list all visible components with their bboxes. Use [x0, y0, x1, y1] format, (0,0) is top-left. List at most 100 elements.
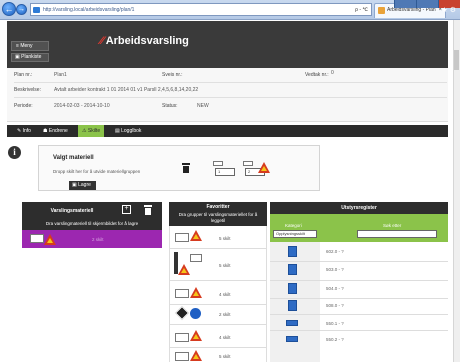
back-button[interactable]: ← [2, 2, 16, 16]
app-title: Arbeidsvarsling [105, 35, 189, 47]
lagre-button[interactable]: ▣ Lagre [69, 181, 96, 190]
tab-skilte[interactable]: ⚠ Skilte [78, 125, 105, 137]
search-refresh-icons[interactable]: ρ - ℃ [355, 4, 368, 15]
tab-logglbok-label: Logglbok [121, 128, 142, 134]
sign-thumb-icon [175, 289, 189, 298]
tab-logglbok[interactable]: ▤ Logglbok [111, 125, 145, 137]
utstyr-item-code: 503.0 - ? [326, 267, 344, 272]
sign-thumb-icon [190, 254, 202, 262]
warning-sign-icon [44, 234, 56, 245]
tab-endrene[interactable]: ☗ Endrene [39, 125, 72, 137]
vedtak-nr-label: Vedtak nr.: [305, 72, 329, 78]
site-favicon-icon [33, 7, 40, 13]
varsling-item-text: 2 skilt [92, 237, 104, 242]
row-divider [270, 314, 448, 315]
pedestrian-sign-icon [288, 264, 297, 275]
pedestrian-sign-icon [288, 246, 297, 257]
menu-button[interactable]: ≡ Meny [11, 41, 49, 51]
favoritter-title: Favoritter [206, 204, 230, 210]
utstyr-item-code: 550.1 - ? [326, 321, 344, 326]
scrollbar-thumb[interactable] [454, 50, 459, 70]
plankiste-button[interactable]: ▣ Plankiste [11, 53, 49, 62]
lagre-label: Lagre [78, 182, 91, 188]
valgt-hint: Dropp skilt her for å utvide materiellgr… [53, 169, 141, 174]
menu-label: Meny [20, 43, 33, 49]
kategori-value: Opplysningsskilt [276, 231, 305, 236]
sok-label: Søk etter [383, 223, 402, 228]
row-divider [169, 280, 267, 281]
varsling-title: Varslingsmateriell [50, 208, 94, 214]
warning-sign-icon [258, 162, 270, 173]
valgt-title: Valgt materiell [53, 155, 94, 161]
favorite-count: 5 skilt [219, 354, 231, 359]
warning-sign-icon [190, 287, 202, 298]
favoritter-header: Favoritter Dra grupper til varslingsmate… [169, 202, 267, 226]
row-divider [270, 280, 448, 281]
utstyr-header: Utstyrsregister [270, 202, 448, 214]
group-count-box[interactable]: 1 [215, 168, 235, 176]
forward-arrow-icon: → [18, 6, 25, 13]
sign-thumb-icon [175, 233, 189, 242]
add-icon[interactable]: + [122, 205, 131, 214]
sign-thumb-icon [213, 161, 223, 166]
browser-chrome: ← → http://varsling.local/arbeidsvarslin… [0, 0, 460, 20]
row-divider [169, 304, 267, 305]
periode-label: Periode: [14, 103, 33, 109]
page-scrollbar[interactable] [453, 20, 460, 362]
utstyr-filter-bar: Kategori Opplysningsskilt Søk etter [270, 214, 448, 242]
warning-sign-icon [190, 350, 202, 361]
divider [14, 82, 447, 83]
row-divider [270, 330, 448, 331]
favorite-count: 4 skilt [219, 335, 231, 340]
row-divider [169, 248, 267, 249]
status-label: Status: [162, 103, 178, 109]
warning-sign-icon [190, 230, 202, 241]
row-divider [270, 298, 448, 299]
address-bar[interactable]: http://varsling.local/arbeidsvarsling/pl… [30, 3, 372, 16]
favorite-count: 2 skilt [219, 312, 231, 317]
group-count-value: 1 [218, 169, 221, 174]
info-icon: i [8, 146, 21, 159]
tab-info-label: Info [22, 128, 31, 134]
row-divider [169, 324, 267, 325]
sign-thumb-icon [243, 161, 253, 166]
varsling-item[interactable]: 2 skilt [22, 230, 162, 248]
favorite-count: 5 skilt [219, 263, 231, 268]
trash-icon[interactable] [182, 163, 190, 173]
utstyr-title: Utstyrsregister [341, 205, 377, 211]
trash-icon[interactable] [144, 205, 152, 215]
plankiste-label: Plankiste [21, 54, 42, 60]
tab-info[interactable]: ✎ Info [13, 125, 35, 137]
tab-skilte-label: Skilte [87, 128, 101, 134]
varsling-header: Varslingsmateriell Dra varslingmateriell… [22, 202, 162, 230]
search-input[interactable] [357, 230, 437, 238]
taxi-sign-icon [286, 336, 298, 342]
forward-button[interactable]: → [16, 4, 27, 15]
varsling-subtitle: Dra varslingmateriell til skjermbildet f… [45, 221, 139, 226]
utstyr-item-code: 508.0 - ? [326, 303, 344, 308]
pedestrian-sign-icon [288, 283, 297, 294]
minimize-button[interactable] [394, 0, 416, 8]
app-header: ≡ Meny ▣ Plankiste ⁄⁄ Arbeidsvarsling [7, 21, 448, 68]
tab-favicon-icon [378, 7, 385, 14]
utstyr-item-code: 602.0 - ? [326, 249, 344, 254]
group-count-value: 2 [248, 169, 251, 174]
warning-sign-icon [178, 264, 190, 275]
warning-sign-icon [190, 330, 202, 341]
sign-thumb-icon [175, 333, 189, 342]
logo-mark-icon: ⁄⁄ [100, 35, 104, 47]
toolbar-icons[interactable]: ⌂ ★ ⚙ [435, 6, 456, 14]
sveis-nr-label: Sveis nr.: [162, 72, 183, 78]
beskrivelse-label: Beskrivelse: [14, 87, 41, 93]
utstyr-item-code: 504.0 - ? [326, 286, 344, 291]
bus-sign-icon [286, 320, 298, 326]
tab-navigation: ✎ Info ☗ Endrene ⚠ Skilte ▤ Logglbok [7, 125, 448, 137]
plan-nr-value: Plan1 [54, 72, 67, 78]
favoritter-subtitle: Dra grupper til varslingsmateriellet for… [178, 212, 258, 223]
kategori-select[interactable]: Opplysningsskilt [273, 230, 317, 238]
url-text: http://varsling.local/arbeidsvarsling/pl… [43, 7, 135, 13]
bicycle-sign-icon [288, 300, 297, 311]
sign-thumb-icon [30, 234, 44, 243]
utstyr-item-code: 550.2 - ? [326, 337, 344, 342]
periode-value: 2014-02-03 - 2014-10-10 [54, 103, 110, 109]
